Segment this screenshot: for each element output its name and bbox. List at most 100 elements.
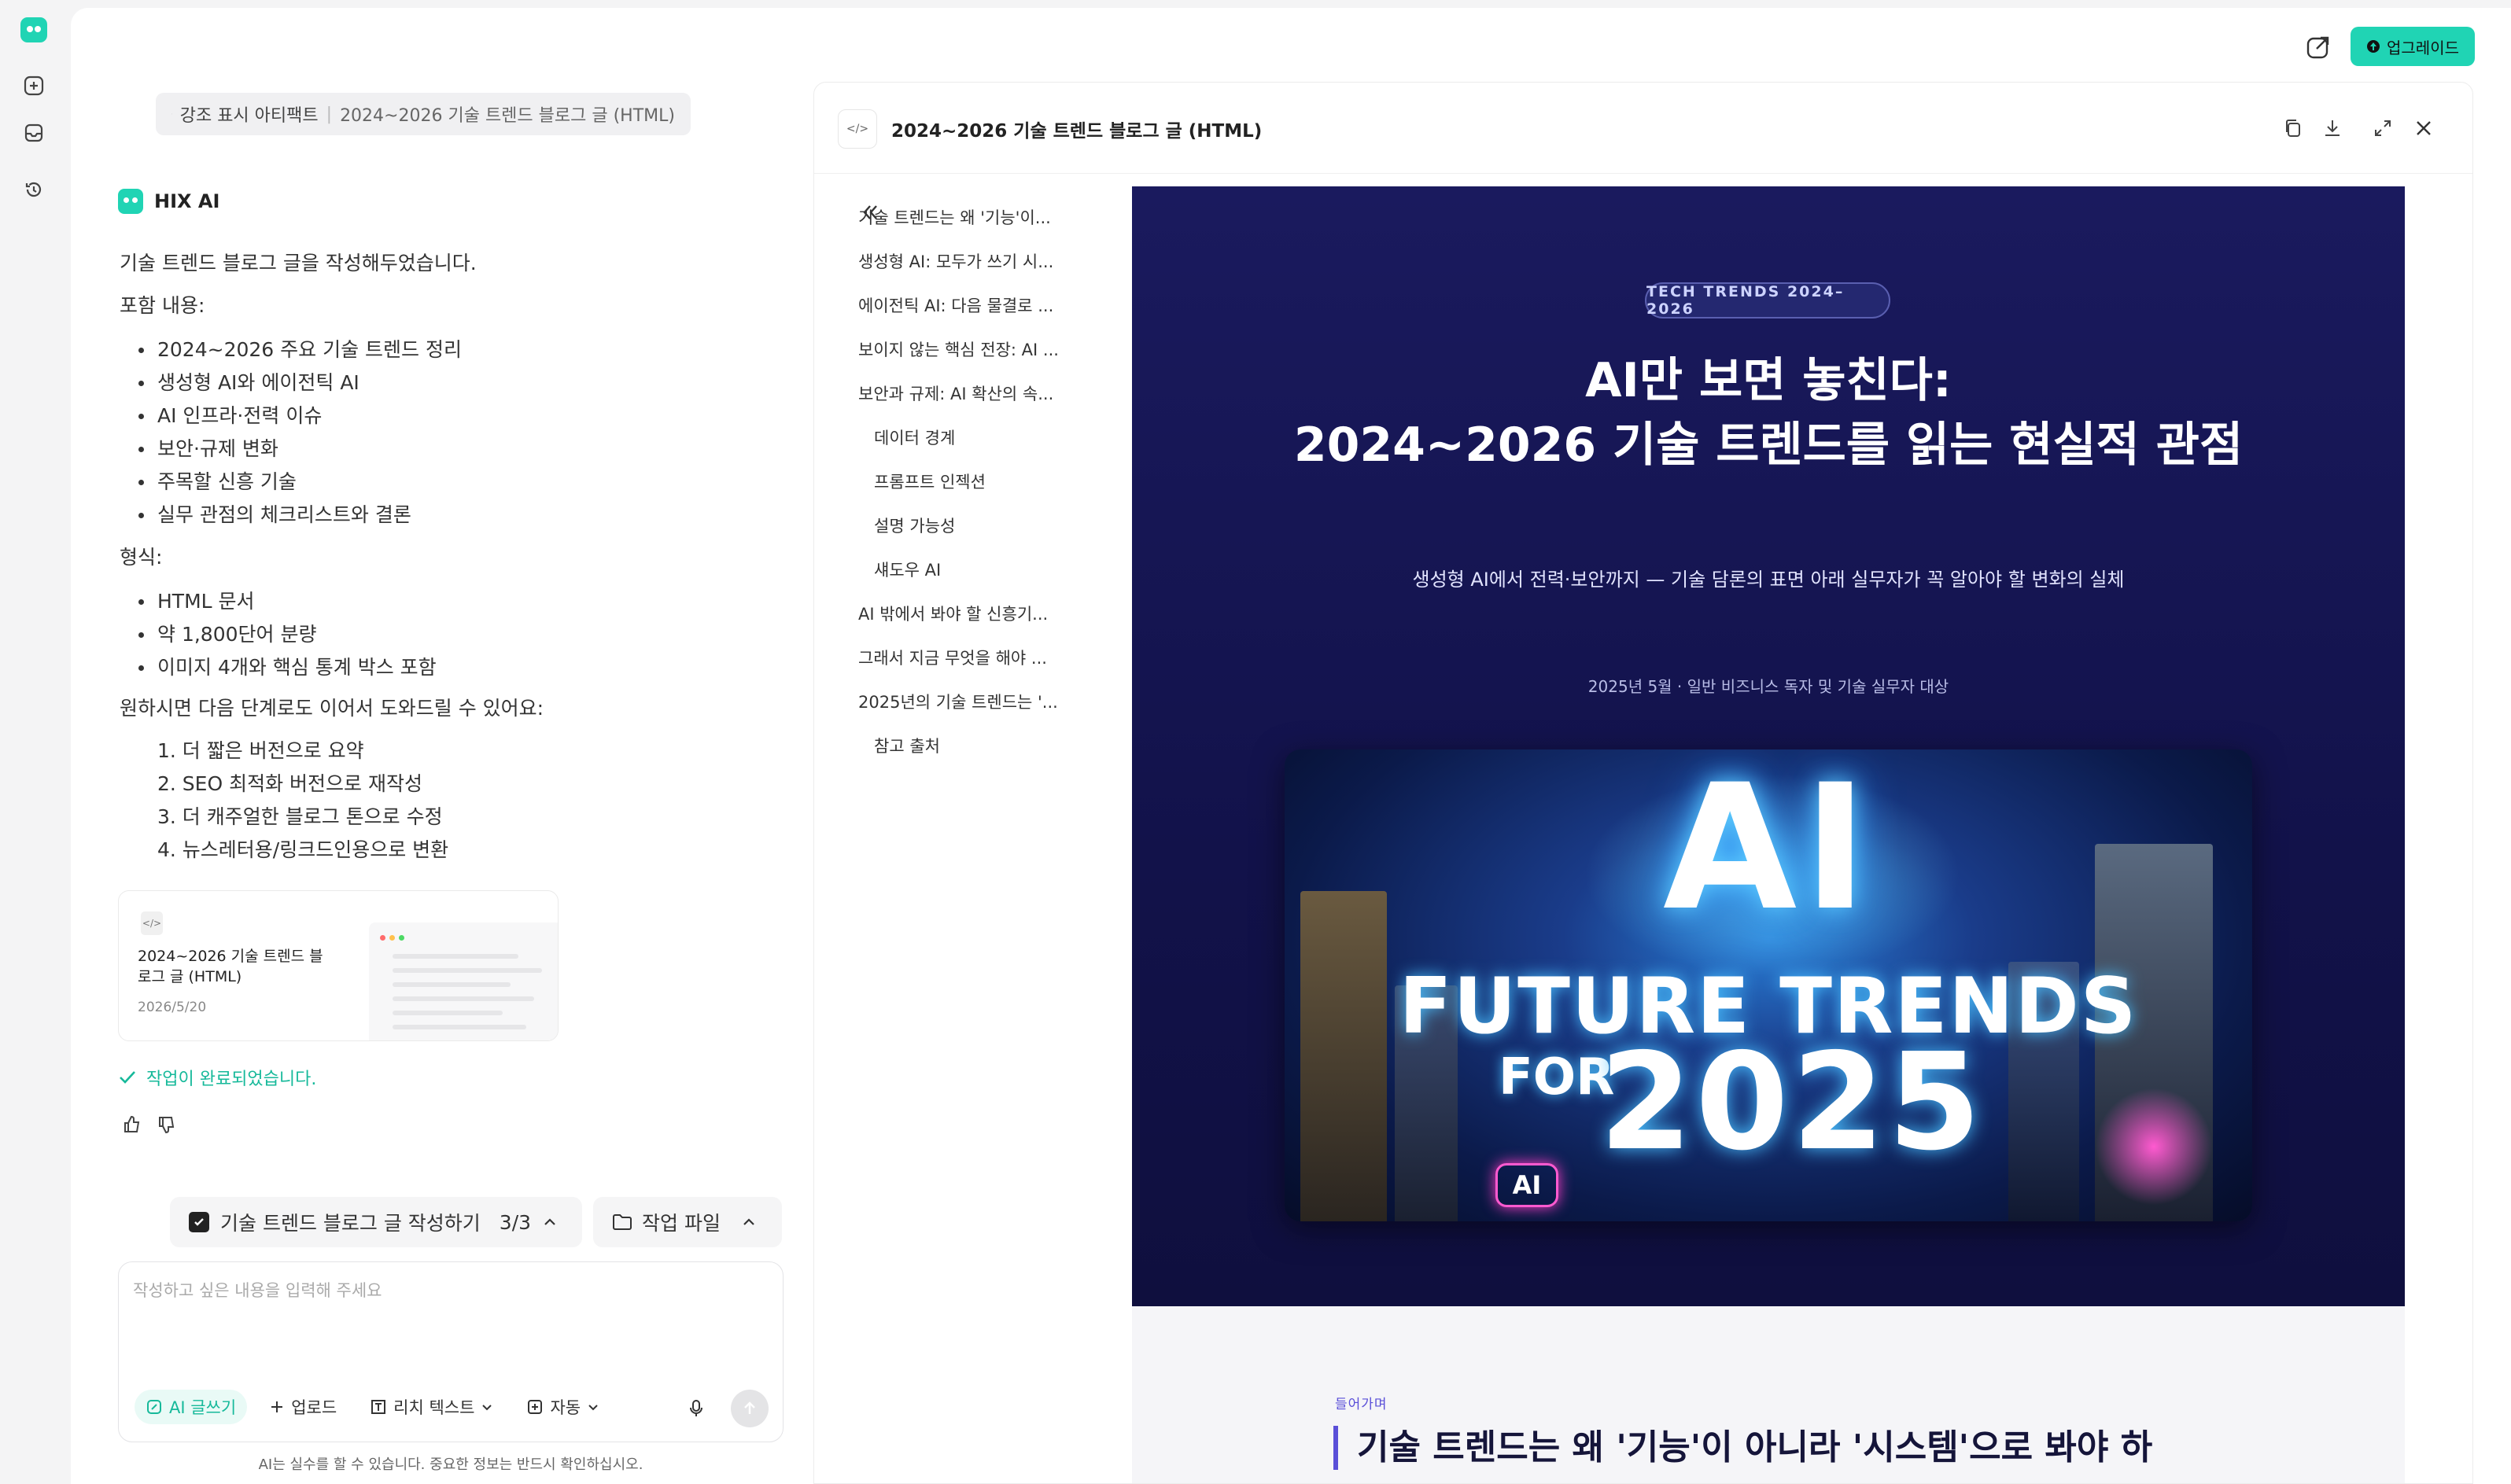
hero-badge: TECH TRENDS 2024–2026 [1645, 282, 1890, 319]
next-steps-list: 1. 더 짧은 버전으로 요약 2. SEO 최적화 버전으로 재작성 3. 더… [120, 735, 796, 867]
ai-write-label: AI 글쓰기 [169, 1398, 237, 1417]
toc-item[interactable]: 설명 가능성 [874, 514, 1094, 537]
pen-icon [147, 1400, 161, 1414]
microphone-button[interactable] [684, 1396, 709, 1421]
chevron-up-icon [544, 1218, 555, 1225]
toc-item[interactable]: 생성형 AI: 모두가 쓰기 시... [858, 249, 1079, 273]
artifact-panel: </> 2024~2026 기술 트렌드 블로그 글 (HTML) 기술 트렌드… [813, 82, 2473, 1484]
chevron-up-icon [743, 1218, 754, 1225]
upload-button[interactable]: 업로드 [258, 1390, 348, 1424]
share-button[interactable] [2301, 30, 2336, 64]
hero-title-line2: 2024~2026 기술 트렌드를 읽는 현실적 관점 [1293, 418, 2244, 473]
list-item: 실무 관점의 체크리스트와 결론 [120, 499, 796, 532]
plus-square-icon [528, 1400, 543, 1414]
app-window: 업그레이드 강조 표시 아티팩트 | 2024~2026 기술 트렌드 블로그 … [0, 0, 2511, 1484]
task-files-label: 작업 파일 [642, 1212, 721, 1235]
history-button[interactable] [19, 175, 49, 204]
artifact-card-date: 2026/5/20 [138, 1000, 207, 1015]
clipboard-icon [171, 113, 172, 115]
toc-item[interactable]: 섀도우 AI [874, 558, 1094, 581]
rich-text-label: 리치 텍스트 [393, 1398, 475, 1417]
task-progress-toggle[interactable]: 기술 트렌드 블로그 글 작성하기 3/3 [170, 1197, 582, 1247]
list-item: 2. SEO 최적화 버전으로 재작성 [157, 772, 422, 795]
hix-logo-icon[interactable] [20, 17, 47, 42]
upgrade-button[interactable]: 업그레이드 [2351, 27, 2475, 66]
toc-item[interactable]: 기술 트렌드는 왜 '기능'이... [858, 205, 1079, 229]
library-button[interactable] [19, 118, 49, 148]
list-item: 생성형 AI와 에이전틱 AI [120, 366, 796, 400]
list-item: 이미지 4개와 핵심 통계 박스 포함 [120, 651, 796, 684]
expand-icon [2375, 120, 2391, 136]
hero-image: AI FUTURE TRENDS FOR 2025 AI [1285, 749, 2252, 1221]
toc-item[interactable]: 2025년의 기술 트렌드는 '... [858, 690, 1079, 713]
download-button[interactable] [2318, 114, 2347, 142]
expand-button[interactable] [2369, 114, 2397, 142]
artifact-panel-title: 2024~2026 기술 트렌드 블로그 글 (HTML) [891, 121, 1263, 142]
task-checkbox-icon [189, 1212, 209, 1232]
list-item: 3. 더 캐주얼한 블로그 톤으로 수정 [157, 805, 443, 828]
list-item: AI 인프라·전력 이슈 [120, 400, 796, 433]
new-chat-button[interactable] [19, 71, 49, 101]
task-complete-text: 작업이 완료되었습니다. [146, 1070, 317, 1089]
toc-item[interactable]: 에이전틱 AI: 다음 물결로 ... [858, 293, 1079, 317]
document-scrollbar[interactable] [2405, 186, 2410, 1483]
hero-title-line1: AI만 보면 놓친다: [1585, 353, 1952, 408]
close-icon [2417, 121, 2431, 135]
plus-square-icon [24, 75, 44, 96]
document-preview: TECH TRENDS 2024–2026 AI만 보면 놓친다: 2024~2… [1132, 186, 2405, 1483]
history-icon [25, 182, 42, 197]
rich-text-icon [371, 1400, 386, 1414]
artifact-pill-title: 2024~2026 기술 트렌드 블로그 글 (HTML) [340, 106, 675, 126]
upgrade-label: 업그레이드 [2387, 38, 2459, 57]
download-icon [2325, 120, 2340, 136]
format-list: HTML 문서 약 1,800단어 분량 이미지 4개와 핵심 통계 박스 포함 [120, 585, 796, 684]
code-file-icon: </> [838, 109, 877, 149]
hero-title: AI만 보면 놓친다: 2024~2026 기술 트렌드를 읽는 현실적 관점 [1242, 348, 2295, 477]
includes-label: 포함 내용: [120, 294, 205, 317]
task-files-toggle[interactable]: 작업 파일 [593, 1197, 782, 1247]
icon-rail [0, 0, 71, 1484]
composer-toolbar: AI 글쓰기 업로드 리치 텍스트 자동 [135, 1390, 610, 1424]
artifact-thumbnail [369, 922, 558, 1040]
arrow-up-icon [744, 1401, 755, 1414]
next-steps-label: 원하시면 다음 단계로도 이어서 도와드릴 수 있어요: [120, 697, 544, 720]
task-progress: 3/3 [499, 1210, 532, 1234]
section-title: 기술 트렌드는 왜 '기능'이 아니라 '시스템'으로 봐야 하 [1333, 1426, 2152, 1470]
toc-item[interactable]: 프롬프트 인젝션 [874, 470, 1094, 493]
task-label: 기술 트렌드 블로그 글 작성하기 [220, 1212, 481, 1235]
thumbs-down-icon[interactable] [157, 1115, 176, 1134]
hero-section: TECH TRENDS 2024–2026 AI만 보면 놓친다: 2024~2… [1132, 186, 2405, 1306]
message-input[interactable] [133, 1278, 762, 1341]
toc-item[interactable]: 참고 출처 [874, 734, 1094, 757]
assistant-name: HIX AI [154, 190, 220, 212]
feedback-buttons [123, 1115, 176, 1134]
hero-meta: 2025년 5월 · 일반 비즈니스 독자 및 기술 실무자 대상 [1587, 677, 1949, 696]
artifact-pill-label: 강조 표시 아티팩트 [179, 106, 319, 126]
rich-text-dropdown[interactable]: 리치 텍스트 [359, 1390, 504, 1424]
image-text-year: 2025 [1599, 1025, 1985, 1180]
folder-icon [613, 1214, 632, 1230]
copy-icon [2286, 120, 2300, 137]
send-button[interactable] [731, 1390, 769, 1427]
toc-item[interactable]: 그래서 지금 무엇을 해야 ... [858, 646, 1079, 669]
toc-item[interactable]: 보이지 않는 핵심 전장: AI ... [858, 337, 1079, 361]
format-label: 형식: [120, 546, 163, 569]
ai-write-button[interactable]: AI 글쓰기 [135, 1390, 248, 1424]
hero-subtitle: 생성형 AI에서 전력·보안까지 — 기술 담론의 표면 아래 실무자가 꼭 알… [1412, 569, 2125, 591]
toc-item[interactable]: AI 밖에서 봐야 할 신흥기... [858, 602, 1079, 625]
artifact-card[interactable]: </> 2024~2026 기술 트렌드 블로그 글 (HTML) 2026/5… [118, 890, 559, 1041]
copy-button[interactable] [2279, 114, 2307, 142]
thumbs-up-icon[interactable] [123, 1115, 142, 1134]
image-ai-badge: AI [1495, 1163, 1558, 1207]
toc-item[interactable]: 데이터 경계 [874, 425, 1094, 449]
code-file-icon: </> [141, 911, 163, 935]
list-item: 주목할 신흥 기술 [120, 466, 796, 499]
close-button[interactable] [2410, 114, 2438, 142]
highlighted-artifact-pill[interactable]: 강조 표시 아티팩트 | 2024~2026 기술 트렌드 블로그 글 (HTM… [156, 93, 691, 135]
share-icon [2306, 36, 2329, 59]
list-item: 4. 뉴스레터용/링크드인용으로 변환 [157, 838, 449, 861]
list-item: 2024~2026 주요 기술 트렌드 정리 [120, 333, 796, 366]
task-complete-status: 작업이 완료되었습니다. [118, 1065, 316, 1090]
auto-mode-dropdown[interactable]: 자동 [515, 1390, 610, 1424]
toc-item[interactable]: 보안과 규제: AI 확산의 속... [858, 381, 1079, 405]
